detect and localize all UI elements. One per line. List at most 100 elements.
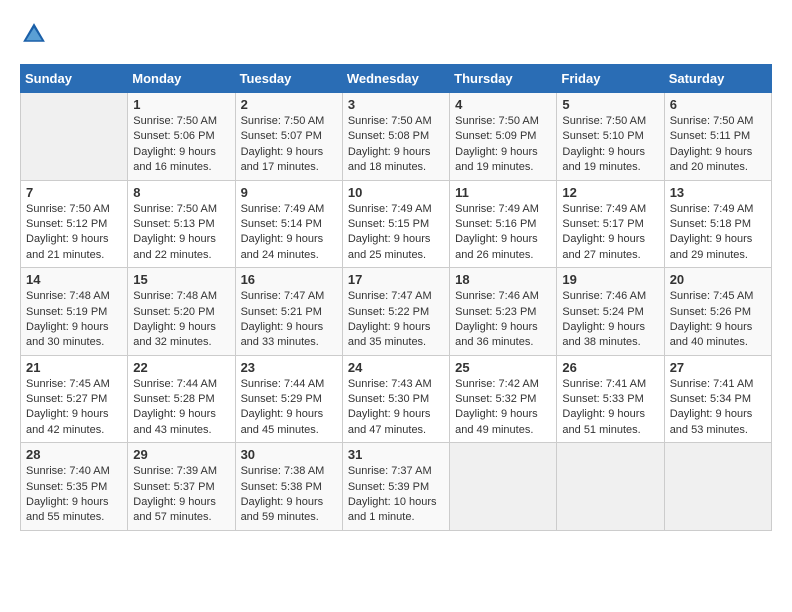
calendar-table: SundayMondayTuesdayWednesdayThursdayFrid… [20, 64, 772, 531]
day-info: Sunrise: 7:40 AM Sunset: 5:35 PM Dayligh… [26, 464, 122, 526]
day-info: Sunrise: 7:50 AM Sunset: 5:10 PM Dayligh… [562, 114, 658, 176]
day-info: Sunrise: 7:41 AM Sunset: 5:34 PM Dayligh… [670, 377, 766, 439]
calendar-cell: 31 Sunrise: 7:37 AM Sunset: 5:39 PM Dayli… [342, 443, 449, 531]
calendar-cell: 2 Sunrise: 7:50 AM Sunset: 5:07 PM Daylig… [235, 93, 342, 181]
calendar-cell: 12Sunrise: 7:49 AM Sunset: 5:17 PM Dayli… [557, 180, 664, 268]
calendar-cell [557, 443, 664, 531]
calendar-cell: 21Sunrise: 7:45 AM Sunset: 5:27 PM Dayli… [21, 355, 128, 443]
day-number: 23 [241, 360, 337, 375]
day-info: Sunrise: 7:50 AM Sunset: 5:08 PM Dayligh… [348, 114, 444, 176]
day-info: Sunrise: 7:43 AM Sunset: 5:30 PM Dayligh… [348, 377, 444, 439]
calendar-week-1: 1 Sunrise: 7:50 AM Sunset: 5:06 PM Daylig… [21, 93, 772, 181]
day-info: Sunrise: 7:49 AM Sunset: 5:15 PM Dayligh… [348, 202, 444, 264]
day-number: 20 [670, 272, 766, 287]
calendar-cell: 13 Sunrise: 7:49 AM Sunset: 5:18 PM Dayli… [664, 180, 771, 268]
day-number: 31 [348, 447, 444, 462]
calendar-cell: 26 Sunrise: 7:41 AM Sunset: 5:33 PM Dayli… [557, 355, 664, 443]
day-number: 3 [348, 97, 444, 112]
calendar-cell: 4 Sunrise: 7:50 AM Sunset: 5:09 PM Daylig… [450, 93, 557, 181]
day-info: Sunrise: 7:49 AM Sunset: 5:18 PM Dayligh… [670, 202, 766, 264]
day-info: Sunrise: 7:44 AM Sunset: 5:29 PM Dayligh… [241, 377, 337, 439]
logo-icon [20, 20, 48, 48]
day-info: Sunrise: 7:44 AM Sunset: 5:28 PM Dayligh… [133, 377, 229, 439]
calendar-cell: 19 Sunrise: 7:46 AM Sunset: 5:24 PM Dayli… [557, 268, 664, 356]
day-number: 14 [26, 272, 122, 287]
day-number: 22 [133, 360, 229, 375]
day-number: 17 [348, 272, 444, 287]
calendar-week-2: 7 Sunrise: 7:50 AM Sunset: 5:12 PM Daylig… [21, 180, 772, 268]
calendar-cell: 27 Sunrise: 7:41 AM Sunset: 5:34 PM Dayli… [664, 355, 771, 443]
calendar-cell: 9 Sunrise: 7:49 AM Sunset: 5:14 PM Daylig… [235, 180, 342, 268]
calendar-cell: 11Sunrise: 7:49 AM Sunset: 5:16 PM Dayli… [450, 180, 557, 268]
logo [20, 20, 52, 48]
calendar-cell [21, 93, 128, 181]
day-number: 27 [670, 360, 766, 375]
calendar-cell: 28 Sunrise: 7:40 AM Sunset: 5:35 PM Dayli… [21, 443, 128, 531]
day-number: 1 [133, 97, 229, 112]
day-number: 16 [241, 272, 337, 287]
calendar-cell: 10 Sunrise: 7:49 AM Sunset: 5:15 PM Dayli… [342, 180, 449, 268]
day-number: 18 [455, 272, 551, 287]
day-info: Sunrise: 7:50 AM Sunset: 5:06 PM Dayligh… [133, 114, 229, 176]
day-info: Sunrise: 7:50 AM Sunset: 5:07 PM Dayligh… [241, 114, 337, 176]
calendar-week-3: 14Sunrise: 7:48 AM Sunset: 5:19 PM Dayli… [21, 268, 772, 356]
day-number: 7 [26, 185, 122, 200]
calendar-cell: 14Sunrise: 7:48 AM Sunset: 5:19 PM Dayli… [21, 268, 128, 356]
day-number: 4 [455, 97, 551, 112]
day-info: Sunrise: 7:45 AM Sunset: 5:26 PM Dayligh… [670, 289, 766, 351]
weekday-header-row: SundayMondayTuesdayWednesdayThursdayFrid… [21, 65, 772, 93]
weekday-header-monday: Monday [128, 65, 235, 93]
day-number: 15 [133, 272, 229, 287]
calendar-week-4: 21Sunrise: 7:45 AM Sunset: 5:27 PM Dayli… [21, 355, 772, 443]
day-info: Sunrise: 7:42 AM Sunset: 5:32 PM Dayligh… [455, 377, 551, 439]
weekday-header-wednesday: Wednesday [342, 65, 449, 93]
calendar-cell: 22 Sunrise: 7:44 AM Sunset: 5:28 PM Dayli… [128, 355, 235, 443]
day-info: Sunrise: 7:41 AM Sunset: 5:33 PM Dayligh… [562, 377, 658, 439]
calendar-cell: 3 Sunrise: 7:50 AM Sunset: 5:08 PM Daylig… [342, 93, 449, 181]
day-number: 28 [26, 447, 122, 462]
day-number: 26 [562, 360, 658, 375]
day-info: Sunrise: 7:50 AM Sunset: 5:09 PM Dayligh… [455, 114, 551, 176]
calendar-cell: 5 Sunrise: 7:50 AM Sunset: 5:10 PM Daylig… [557, 93, 664, 181]
day-number: 10 [348, 185, 444, 200]
calendar-cell: 1 Sunrise: 7:50 AM Sunset: 5:06 PM Daylig… [128, 93, 235, 181]
weekday-header-friday: Friday [557, 65, 664, 93]
day-number: 8 [133, 185, 229, 200]
calendar-cell: 25Sunrise: 7:42 AM Sunset: 5:32 PM Dayli… [450, 355, 557, 443]
day-number: 29 [133, 447, 229, 462]
weekday-header-thursday: Thursday [450, 65, 557, 93]
calendar-cell: 18Sunrise: 7:46 AM Sunset: 5:23 PM Dayli… [450, 268, 557, 356]
calendar-cell: 24Sunrise: 7:43 AM Sunset: 5:30 PM Dayli… [342, 355, 449, 443]
page-header [20, 20, 772, 48]
day-info: Sunrise: 7:39 AM Sunset: 5:37 PM Dayligh… [133, 464, 229, 526]
calendar-cell: 20 Sunrise: 7:45 AM Sunset: 5:26 PM Dayli… [664, 268, 771, 356]
calendar-cell: 30 Sunrise: 7:38 AM Sunset: 5:38 PM Dayli… [235, 443, 342, 531]
calendar-week-5: 28 Sunrise: 7:40 AM Sunset: 5:35 PM Dayli… [21, 443, 772, 531]
day-info: Sunrise: 7:38 AM Sunset: 5:38 PM Dayligh… [241, 464, 337, 526]
day-number: 6 [670, 97, 766, 112]
day-number: 30 [241, 447, 337, 462]
calendar-cell: 23 Sunrise: 7:44 AM Sunset: 5:29 PM Dayli… [235, 355, 342, 443]
day-info: Sunrise: 7:50 AM Sunset: 5:13 PM Dayligh… [133, 202, 229, 264]
calendar-cell: 7 Sunrise: 7:50 AM Sunset: 5:12 PM Daylig… [21, 180, 128, 268]
day-number: 9 [241, 185, 337, 200]
day-number: 19 [562, 272, 658, 287]
day-info: Sunrise: 7:50 AM Sunset: 5:11 PM Dayligh… [670, 114, 766, 176]
day-number: 2 [241, 97, 337, 112]
calendar-cell: 15Sunrise: 7:48 AM Sunset: 5:20 PM Dayli… [128, 268, 235, 356]
day-info: Sunrise: 7:49 AM Sunset: 5:14 PM Dayligh… [241, 202, 337, 264]
day-number: 13 [670, 185, 766, 200]
day-info: Sunrise: 7:49 AM Sunset: 5:16 PM Dayligh… [455, 202, 551, 264]
calendar-cell [450, 443, 557, 531]
calendar-cell: 8 Sunrise: 7:50 AM Sunset: 5:13 PM Daylig… [128, 180, 235, 268]
calendar-cell: 17Sunrise: 7:47 AM Sunset: 5:22 PM Dayli… [342, 268, 449, 356]
day-number: 5 [562, 97, 658, 112]
day-info: Sunrise: 7:37 AM Sunset: 5:39 PM Dayligh… [348, 464, 444, 526]
calendar-cell [664, 443, 771, 531]
day-info: Sunrise: 7:50 AM Sunset: 5:12 PM Dayligh… [26, 202, 122, 264]
weekday-header-tuesday: Tuesday [235, 65, 342, 93]
day-number: 12 [562, 185, 658, 200]
weekday-header-saturday: Saturday [664, 65, 771, 93]
day-info: Sunrise: 7:46 AM Sunset: 5:24 PM Dayligh… [562, 289, 658, 351]
weekday-header-sunday: Sunday [21, 65, 128, 93]
